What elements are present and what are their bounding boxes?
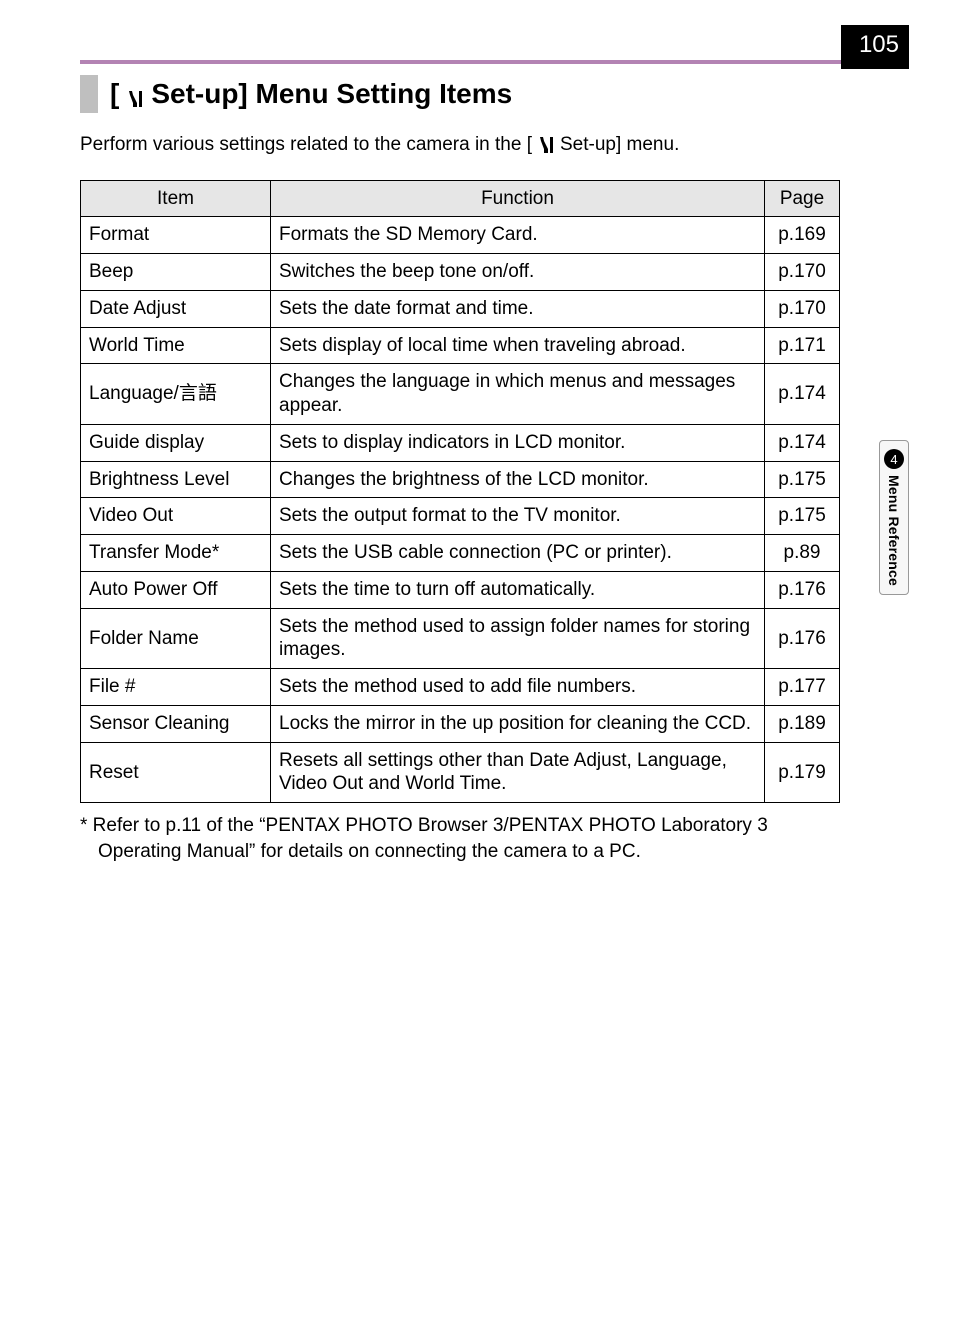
heading-suffix: Set-up] Menu Setting Items [151,78,512,110]
table-header-row: Item Function Page [81,180,840,217]
cell-item: Language/言語 [81,364,271,425]
cell-item: Folder Name [81,608,271,669]
cell-page: p.177 [765,669,840,706]
cell-item: Format [81,217,271,254]
cell-function: Formats the SD Memory Card. [271,217,765,254]
cell-function: Changes the brightness of the LCD monito… [271,461,765,498]
cell-item: World Time [81,327,271,364]
cell-item: Reset [81,742,271,803]
table-row: Date AdjustSets the date format and time… [81,290,840,327]
setup-tool-icon [536,135,556,155]
cell-item: Beep [81,254,271,291]
cell-item: Video Out [81,498,271,535]
heading-prefix: [ [110,78,119,110]
cell-item: Guide display [81,424,271,461]
table-row: BeepSwitches the beep tone on/off.p.170 [81,254,840,291]
settings-table: Item Function Page FormatFormats the SD … [80,180,840,804]
cell-function: Sets the method used to add file numbers… [271,669,765,706]
table-row: Auto Power OffSets the time to turn off … [81,571,840,608]
table-row: Language/言語Changes the language in which… [81,364,840,425]
chapter-label: Menu Reference [886,475,902,586]
cell-page: p.170 [765,254,840,291]
table-row: Sensor CleaningLocks the mirror in the u… [81,705,840,742]
table-row: FormatFormats the SD Memory Card.p.169 [81,217,840,254]
cell-page: p.174 [765,424,840,461]
cell-function: Sets to display indicators in LCD monito… [271,424,765,461]
cell-page: p.89 [765,535,840,572]
cell-page: p.176 [765,571,840,608]
table-row: Guide displaySets to display indicators … [81,424,840,461]
heading-title: [ Set-up] Menu Setting Items [110,78,512,110]
table-row: Transfer Mode*Sets the USB cable connect… [81,535,840,572]
top-accent-bar [80,60,841,64]
intro-after: Set-up] menu. [560,133,679,158]
cell-page: p.189 [765,705,840,742]
table-row: Folder NameSets the method used to assig… [81,608,840,669]
footnote: * Refer to p.11 of the “PENTAX PHOTO Bro… [80,813,840,864]
chapter-number: 4 [884,449,904,469]
cell-page: p.179 [765,742,840,803]
cell-function: Switches the beep tone on/off. [271,254,765,291]
cell-function: Sets the USB cable connection (PC or pri… [271,535,765,572]
cell-page: p.176 [765,608,840,669]
cell-page: p.169 [765,217,840,254]
cell-item: Auto Power Off [81,571,271,608]
setup-tool-icon [125,84,145,104]
th-item: Item [81,180,271,217]
cell-item: File # [81,669,271,706]
th-page: Page [765,180,840,217]
cell-item: Brightness Level [81,461,271,498]
table-row: File #Sets the method used to add file n… [81,669,840,706]
cell-page: p.170 [765,290,840,327]
cell-function: Sets the date format and time. [271,290,765,327]
intro-text: Perform various settings related to the … [80,133,840,158]
th-function: Function [271,180,765,217]
cell-item: Sensor Cleaning [81,705,271,742]
section-heading: [ Set-up] Menu Setting Items [80,75,840,113]
heading-bar [80,75,98,113]
table-row: Brightness LevelChanges the brightness o… [81,461,840,498]
cell-function: Sets the method used to assign folder na… [271,608,765,669]
cell-function: Sets the output format to the TV monitor… [271,498,765,535]
intro-before: Perform various settings related to the … [80,133,532,158]
table-row: ResetResets all settings other than Date… [81,742,840,803]
page-content: [ Set-up] Menu Setting Items Perform var… [80,75,840,864]
cell-item: Transfer Mode* [81,535,271,572]
table-row: World TimeSets display of local time whe… [81,327,840,364]
chapter-tab: 4 Menu Reference [879,440,909,595]
cell-page: p.171 [765,327,840,364]
page-number: 105 [841,25,909,69]
cell-item: Date Adjust [81,290,271,327]
cell-function: Sets the time to turn off automatically. [271,571,765,608]
cell-page: p.174 [765,364,840,425]
table-row: Video OutSets the output format to the T… [81,498,840,535]
cell-page: p.175 [765,498,840,535]
cell-page: p.175 [765,461,840,498]
cell-function: Locks the mirror in the up position for … [271,705,765,742]
cell-function: Sets display of local time when travelin… [271,327,765,364]
cell-function: Changes the language in which menus and … [271,364,765,425]
cell-function: Resets all settings other than Date Adju… [271,742,765,803]
